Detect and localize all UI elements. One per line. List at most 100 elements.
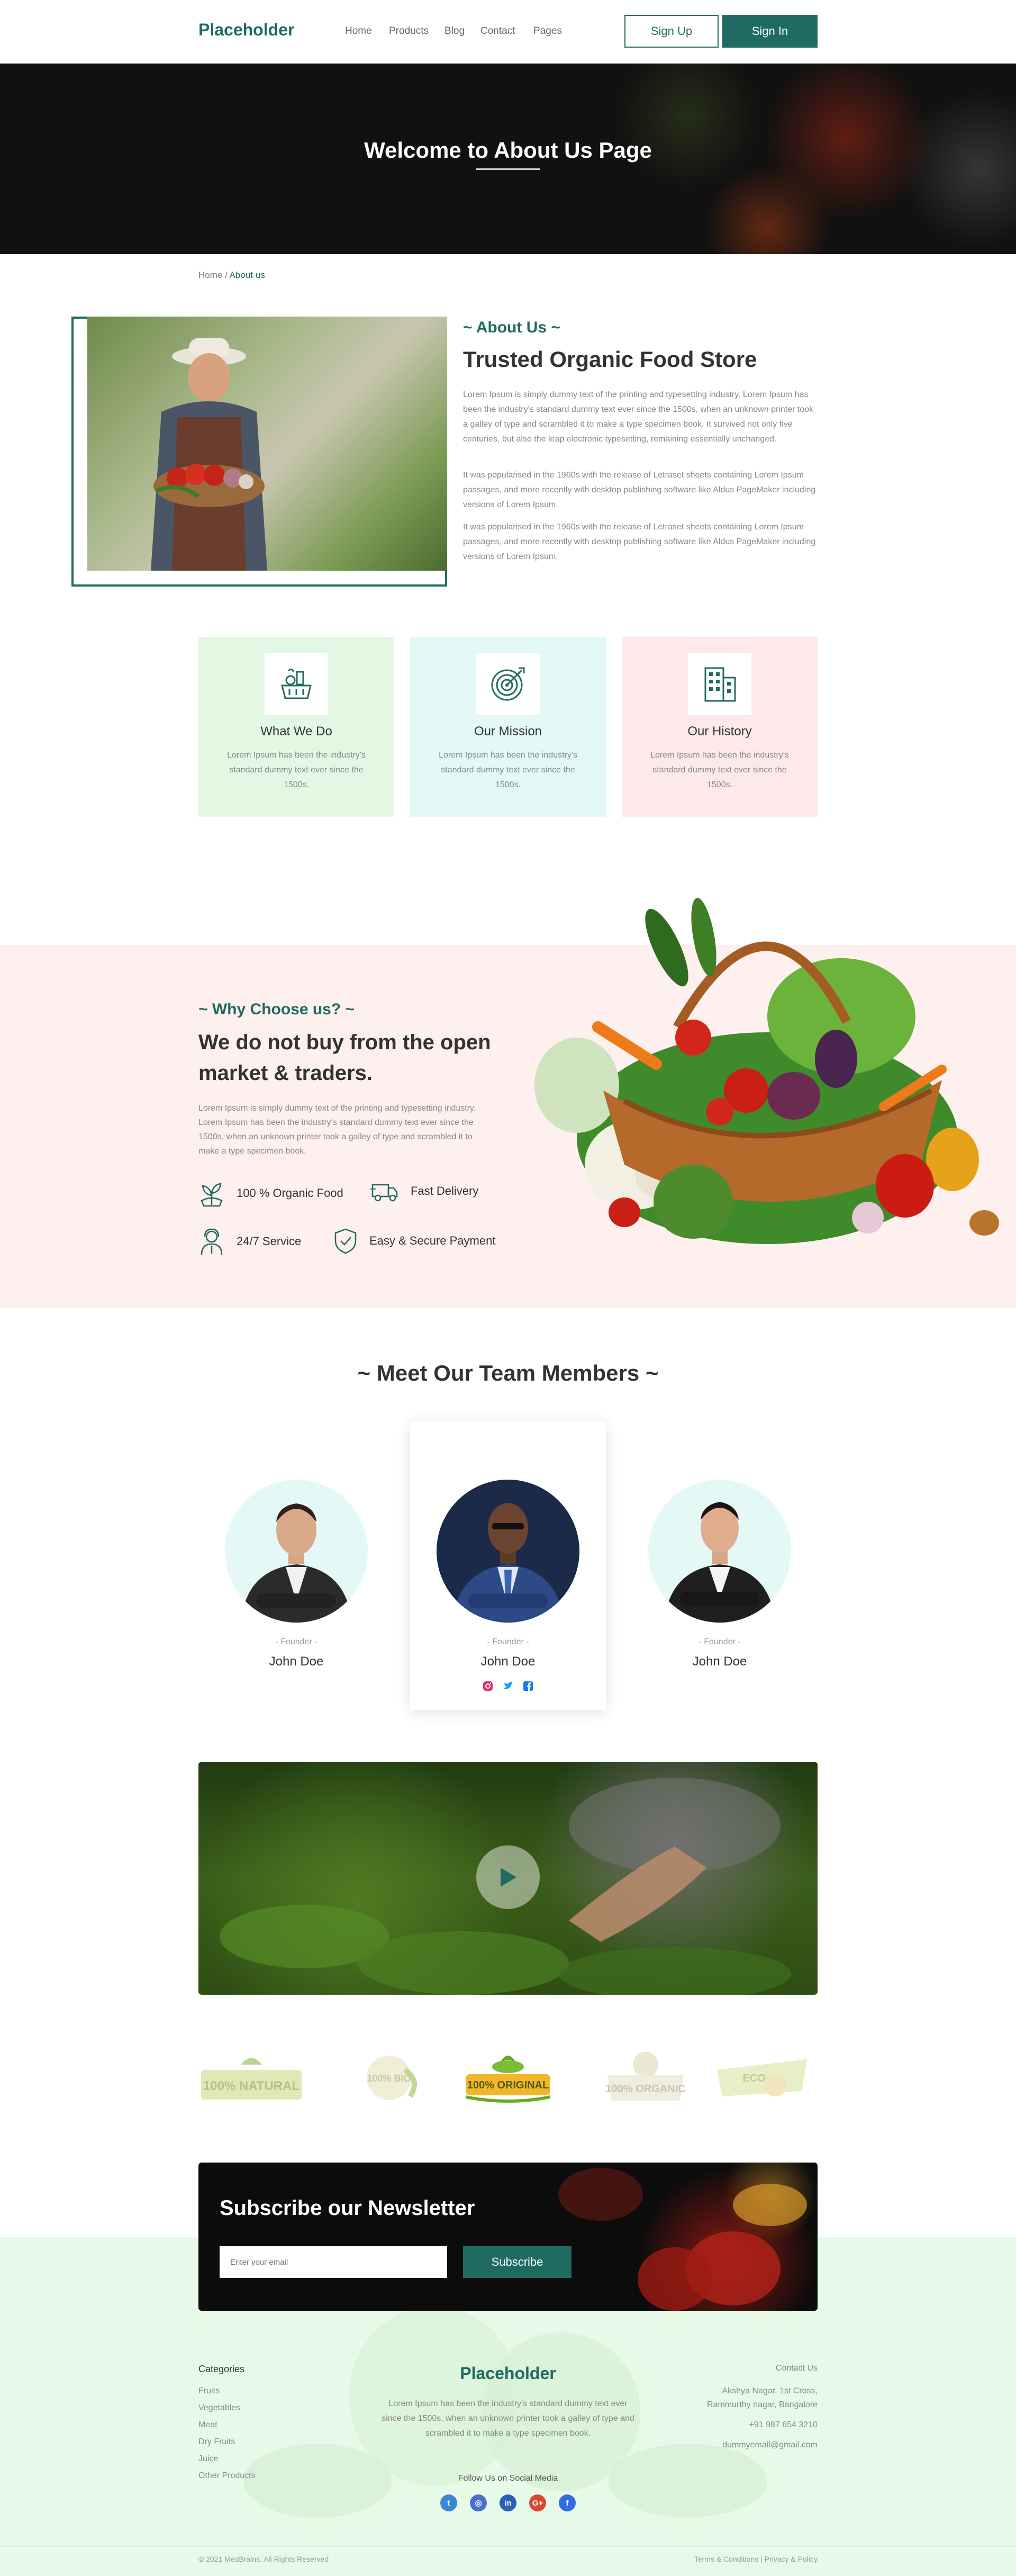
top-navbar: Placeholder Home Products Blog Contact P… xyxy=(0,0,1016,64)
footer-category-link[interactable]: Vegetables xyxy=(198,2403,240,2413)
card-title: Our Mission xyxy=(474,724,542,738)
breadcrumb-current: About us xyxy=(229,270,265,280)
hero-banner: Welcome to About Us Page xyxy=(0,64,1016,254)
copyright-text: © 2021 MedBrains. All Rights Reserved xyxy=(198,2555,329,2563)
nav-link-pages[interactable]: Pages xyxy=(533,25,562,37)
video-player[interactable] xyxy=(198,1762,818,1995)
badge-original: 100% ORIGINAL xyxy=(455,2049,561,2107)
about-paragraph: It was popularised in the 1960s with the… xyxy=(463,471,816,509)
member-photo xyxy=(437,1480,579,1623)
member-name: John Doe xyxy=(480,1654,536,1669)
why-subtitle: ~ Why Choose us? ~ xyxy=(198,1001,355,1018)
footer-phone[interactable]: +91 987 654 3210 xyxy=(749,2420,818,2430)
footer-follow-label: Follow Us on Social Media xyxy=(458,2474,558,2483)
target-icon xyxy=(491,667,525,701)
card-text: Lorem Ipsum has been the industry's stan… xyxy=(439,751,577,789)
why-title: We do not buy from the open market & tra… xyxy=(198,1031,491,1085)
footer-description: Lorem Ipsum has been the industry's stan… xyxy=(382,2399,634,2438)
card-our-mission: Our Mission Lorem Ipsum has been the ind… xyxy=(410,637,606,817)
footer-divider xyxy=(0,2546,1016,2547)
support-agent-icon xyxy=(201,1228,223,1255)
card-what-we-do: What We Do Lorem Ipsum has been the indu… xyxy=(198,637,394,817)
eco-badge-icon: ECO xyxy=(717,2059,807,2096)
badge-label: ECO xyxy=(742,2073,765,2084)
instagram-icon[interactable] xyxy=(483,1681,493,1691)
twitter-icon[interactable]: t xyxy=(440,2494,457,2511)
nav-link-products[interactable]: Products xyxy=(389,25,429,37)
subscribe-button[interactable]: Subscribe xyxy=(463,2246,572,2278)
hero-title: Welcome to About Us Page xyxy=(364,138,652,163)
badge-label: 100% BIO xyxy=(367,2073,411,2084)
vegetable-basket-image xyxy=(534,898,999,1244)
footer-email[interactable]: dummyemail@gmail.com xyxy=(722,2440,818,2450)
play-icon xyxy=(501,1868,516,1887)
instagram-icon[interactable]: ◎ xyxy=(470,2494,487,2511)
member-avatar xyxy=(437,1480,579,1623)
twitter-icon[interactable] xyxy=(503,1681,513,1691)
farmer-figure xyxy=(151,338,267,571)
badge-organic: 100% ORGANIC xyxy=(593,2049,698,2107)
building-icon xyxy=(704,667,736,702)
member-avatar xyxy=(664,1502,775,1623)
badge-bio: 100% BIO xyxy=(341,2049,447,2107)
newsletter-email-input[interactable] xyxy=(220,2246,447,2278)
breadcrumb-separator: / xyxy=(222,270,230,280)
facebook-icon[interactable] xyxy=(523,1681,533,1691)
card-icon-box xyxy=(476,653,540,715)
card-text: Lorem Ipsum has been the industry's stan… xyxy=(650,751,789,789)
nav-link-home[interactable]: Home xyxy=(345,25,372,37)
footer-contact-title: Contact Us xyxy=(775,2364,818,2373)
member-avatar xyxy=(241,1503,352,1623)
breadcrumb: Home / About us xyxy=(198,270,265,281)
facebook-icon[interactable]: f xyxy=(559,2494,576,2511)
feature-label: 100 % Organic Food xyxy=(237,1186,343,1200)
nav-link-contact[interactable]: Contact xyxy=(480,25,515,37)
badge-natural: 100% NATURAL xyxy=(198,2049,304,2107)
member-name: John Doe xyxy=(692,1654,747,1669)
bio-badge-icon: 100% BIO xyxy=(367,2056,417,2100)
site-logo[interactable]: Placeholder xyxy=(198,20,294,40)
play-button[interactable] xyxy=(476,1845,540,1909)
organic-plant-icon xyxy=(201,1183,223,1207)
organic-badge-icon: 100% ORGANIC xyxy=(605,2052,686,2101)
breadcrumb-home-link[interactable]: Home xyxy=(198,270,222,280)
signin-button[interactable]: Sign In xyxy=(722,15,818,48)
member-role: - Founder - xyxy=(698,1637,741,1646)
hero-title-underline xyxy=(476,168,540,170)
linkedin-icon[interactable]: in xyxy=(500,2494,516,2511)
feature-label: Easy & Secure Payment xyxy=(369,1234,496,1247)
member-role: - Founder - xyxy=(275,1637,318,1646)
nav-link-blog[interactable]: Blog xyxy=(444,25,465,37)
badge-eco: ECO xyxy=(712,2049,818,2107)
team-member-card[interactable]: - Founder - John Doe xyxy=(622,1421,818,1710)
legal-links[interactable]: Terms & Conditions | Privacy & Policy xyxy=(694,2555,818,2563)
footer-category-link[interactable]: Meat xyxy=(198,2420,217,2430)
feature-delivery: Fast Delivery xyxy=(370,1179,478,1203)
card-title: Our History xyxy=(687,724,752,738)
farmer-photo xyxy=(87,317,447,571)
basket-icon xyxy=(281,668,312,699)
member-photo xyxy=(225,1480,368,1623)
newsletter-banner: Subscribe our Newsletter Subscribe xyxy=(198,2163,818,2311)
feature-organic: 100 % Organic Food xyxy=(198,1179,343,1207)
team-member-card[interactable]: - Founder - John Doe xyxy=(198,1421,394,1710)
badge-label: 100% ORIGINAL xyxy=(467,2079,549,2091)
signup-button[interactable]: Sign Up xyxy=(624,15,719,48)
about-title: Trusted Organic Food Store xyxy=(463,347,757,372)
original-badge-icon: 100% ORIGINAL xyxy=(466,2056,550,2103)
footer-category-link[interactable]: Dry Fruits xyxy=(198,2437,235,2447)
card-our-history: Our History Lorem Ipsum has been the ind… xyxy=(622,637,818,817)
vegetables-background xyxy=(558,2168,807,2311)
footer-category-link[interactable]: Fruits xyxy=(198,2386,220,2396)
badge-label: 100% NATURAL xyxy=(203,2079,300,2093)
feature-label: 24/7 Service xyxy=(237,1235,302,1248)
delivery-truck-icon xyxy=(370,1184,398,1202)
footer-brand: Placeholder xyxy=(460,2364,556,2383)
natural-badge-icon: 100% NATURAL xyxy=(201,2058,302,2100)
team-member-card[interactable]: - Founder - John Doe xyxy=(410,1421,606,1710)
about-paragraph: It was popularised in the 1960s with the… xyxy=(463,523,816,561)
footer-category-link[interactable]: Juice xyxy=(198,2454,218,2464)
card-icon-box xyxy=(688,653,751,715)
google-plus-icon[interactable]: G+ xyxy=(529,2494,546,2511)
card-title: What We Do xyxy=(260,724,332,738)
